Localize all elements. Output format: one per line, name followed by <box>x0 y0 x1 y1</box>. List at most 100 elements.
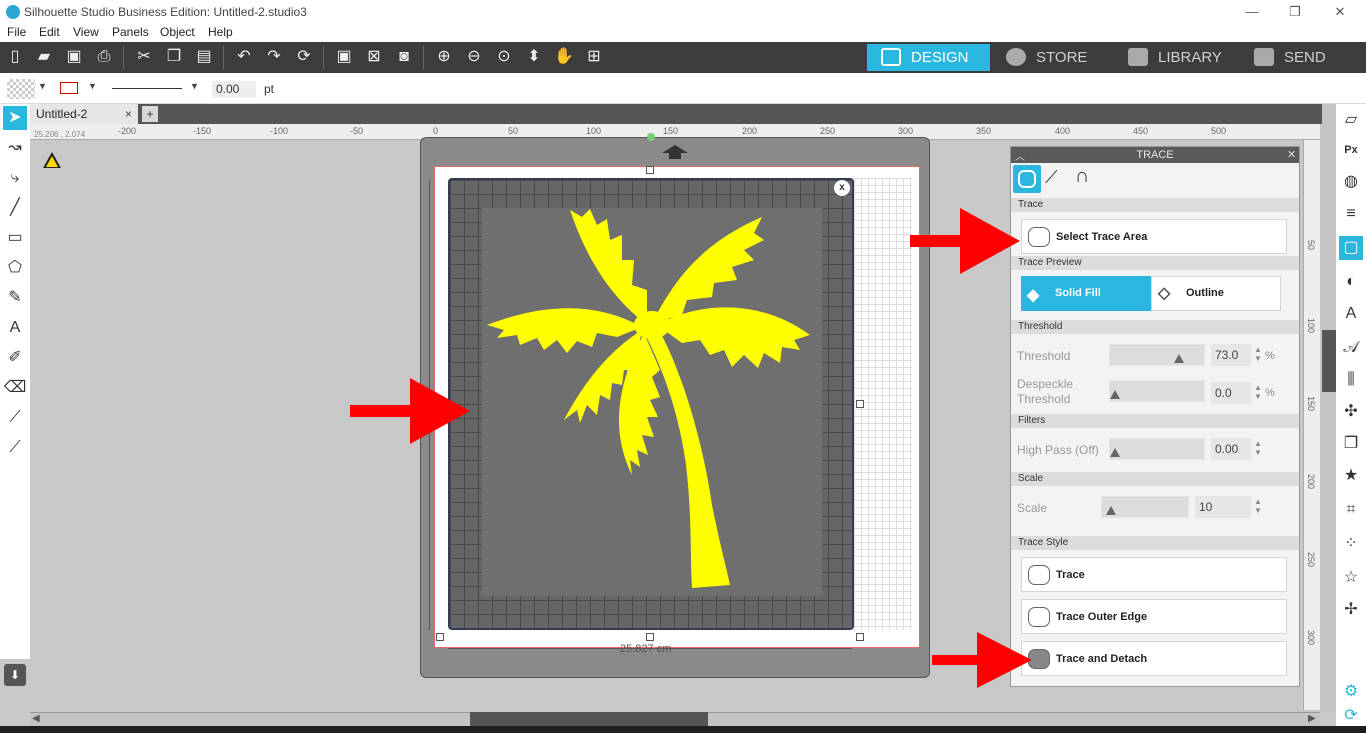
tab-send[interactable]: SEND <box>1240 44 1366 71</box>
line-color-swatch[interactable] <box>60 82 78 94</box>
collapse-panel-icon[interactable]: ︿ <box>1015 148 1025 163</box>
save-icon[interactable]: ▣ <box>63 47 85 67</box>
point-edit-tool-icon[interactable]: ↝ <box>3 136 27 160</box>
menu-file[interactable]: File <box>7 25 26 39</box>
tab-design[interactable]: DESIGN <box>867 44 990 71</box>
menu-object[interactable]: Object <box>160 25 195 39</box>
line-style-dropdown-icon[interactable]: ▼ <box>190 81 199 91</box>
threshold-input[interactable]: 73.0 <box>1211 344 1251 366</box>
fill-dropdown-icon[interactable]: ▼ <box>38 81 47 91</box>
tab-library[interactable]: LIBRARY <box>1114 44 1238 71</box>
slider-thumb[interactable] <box>1110 390 1120 399</box>
slider-thumb[interactable] <box>1110 448 1120 457</box>
text-tool-icon[interactable]: A <box>3 316 27 340</box>
redraw-icon[interactable]: ⟳ <box>293 47 315 67</box>
image-close-button[interactable]: x <box>834 180 850 196</box>
vertical-scrollbar[interactable] <box>1322 104 1336 712</box>
close-panel-icon[interactable]: ✕ <box>1287 148 1296 161</box>
replicate-icon[interactable]: ❐ <box>1339 432 1363 456</box>
download-icon[interactable]: ⬇ <box>4 664 26 686</box>
despeckle-spinner[interactable]: ▲ ▼ <box>1254 383 1264 401</box>
selection-handle[interactable] <box>646 166 654 174</box>
restore-button[interactable]: ❐ <box>1275 2 1315 22</box>
trace-button[interactable]: Trace <box>1021 557 1287 592</box>
add-tab-button[interactable]: + <box>142 106 158 122</box>
curve-tool-icon[interactable]: ⤷ <box>3 166 27 190</box>
eraser-tool-icon[interactable]: ⌫ <box>3 376 27 400</box>
draw-tool-icon[interactable]: ✐ <box>3 346 27 370</box>
outline-option[interactable]: ◇ Outline <box>1151 276 1281 311</box>
select-trace-area-button[interactable]: Select Trace Area <box>1021 219 1287 254</box>
pencil-tool-icon[interactable]: ✎ <box>3 286 27 310</box>
menu-help[interactable]: Help <box>208 25 233 39</box>
threshold-spinner[interactable]: ▲ ▼ <box>1254 345 1264 363</box>
trace-and-detach-button[interactable]: Trace and Detach <box>1021 641 1287 676</box>
undo-icon[interactable]: ↶ <box>233 47 255 67</box>
menu-view[interactable]: View <box>73 25 99 39</box>
transform-icon[interactable]: ✣ <box>1339 400 1363 424</box>
group-icon[interactable]: ▣ <box>333 47 355 67</box>
vertical-scrollbar-thumb[interactable] <box>1322 330 1336 392</box>
slider-thumb[interactable] <box>1173 354 1184 363</box>
zoom-out-icon[interactable]: ⊖ <box>463 47 485 67</box>
zoom-select-icon[interactable]: ⊙ <box>493 47 515 67</box>
eyedropper-tab-icon[interactable]: ⟋ <box>1045 167 1058 188</box>
scrollbar-thumb[interactable] <box>470 712 708 726</box>
tab-close-icon[interactable]: × <box>125 104 132 124</box>
despeckle-input[interactable]: 0.0 <box>1211 382 1251 404</box>
trace-outer-edge-button[interactable]: Trace Outer Edge <box>1021 599 1287 634</box>
knife-tool-icon[interactable]: ⟋ <box>3 406 27 430</box>
slider-thumb[interactable] <box>1105 506 1116 515</box>
sketch-star-icon[interactable]: ☆ <box>1339 566 1363 590</box>
line-style-preview[interactable] <box>112 88 182 89</box>
palm-tree-image[interactable] <box>482 205 822 595</box>
fit-page-icon[interactable]: ⊞ <box>583 47 605 67</box>
open-folder-icon[interactable]: ▰ <box>33 47 55 67</box>
text-style-icon[interactable]: A <box>1339 302 1363 326</box>
trace-panel-icon[interactable]: ▢ <box>1339 236 1363 260</box>
page-setup-icon[interactable]: ▱ <box>1339 108 1363 132</box>
fill-swatch[interactable] <box>7 79 35 99</box>
selection-handle[interactable] <box>856 633 864 641</box>
cut-icon[interactable]: ✂ <box>133 47 155 67</box>
scale-spinner[interactable]: ▲ ▼ <box>1254 497 1264 515</box>
high-pass-slider[interactable] <box>1109 438 1205 460</box>
ungroup-icon[interactable]: ⊠ <box>363 47 385 67</box>
copy-icon[interactable]: ❐ <box>163 47 185 67</box>
refresh-icon[interactable]: ⟳ <box>1339 704 1363 728</box>
favorites-icon[interactable]: ★ <box>1339 464 1363 488</box>
puzzle-icon[interactable]: ✢ <box>1339 598 1363 622</box>
rhinestone-icon[interactable]: ⁘ <box>1339 532 1363 556</box>
scale-input[interactable]: 10 <box>1195 496 1251 518</box>
tab-untitled-2[interactable]: Untitled-2 × <box>30 104 138 124</box>
font-icon[interactable]: 𝒜 <box>1339 336 1363 360</box>
fill-color-icon[interactable]: ◍ <box>1339 170 1363 194</box>
scroll-left-icon[interactable]: ◀ <box>32 713 40 724</box>
compound-path-icon[interactable]: ◙ <box>393 47 415 67</box>
selection-handle[interactable] <box>646 633 654 641</box>
scroll-right-icon[interactable]: ▶ <box>1308 713 1316 724</box>
selection-handle[interactable] <box>436 633 444 641</box>
menu-edit[interactable]: Edit <box>39 25 60 39</box>
scale-slider[interactable] <box>1101 496 1189 518</box>
line-tool-icon[interactable]: ╱ <box>3 196 27 220</box>
contrast-icon[interactable]: ◐ <box>1339 270 1363 294</box>
threshold-slider[interactable] <box>1109 344 1205 366</box>
redo-icon[interactable]: ↷ <box>263 47 285 67</box>
print-icon[interactable]: ⎙ <box>93 47 115 67</box>
line-width-input[interactable]: 0.00 <box>212 81 256 98</box>
high-pass-input[interactable]: 0.00 <box>1211 438 1251 460</box>
settings-gear-icon[interactable]: ⚙ <box>1339 680 1363 704</box>
paste-icon[interactable]: ▤ <box>193 47 215 67</box>
magnet-tab-icon[interactable]: ∩ <box>1075 165 1089 188</box>
rectangle-tool-icon[interactable]: ▭ <box>3 226 27 250</box>
high-pass-spinner[interactable]: ▲ ▼ <box>1254 439 1264 457</box>
zoom-in-icon[interactable]: ⊕ <box>433 47 455 67</box>
pan-hand-icon[interactable]: ✋ <box>553 47 575 67</box>
despeckle-slider[interactable] <box>1109 380 1205 402</box>
align-icon[interactable]: ⫼ <box>1339 368 1363 392</box>
selection-handle[interactable] <box>856 400 864 408</box>
trace-tab-icon[interactable] <box>1013 165 1041 193</box>
tab-store[interactable]: STORE <box>992 44 1112 71</box>
pixscan-icon[interactable]: Px <box>1339 138 1363 162</box>
